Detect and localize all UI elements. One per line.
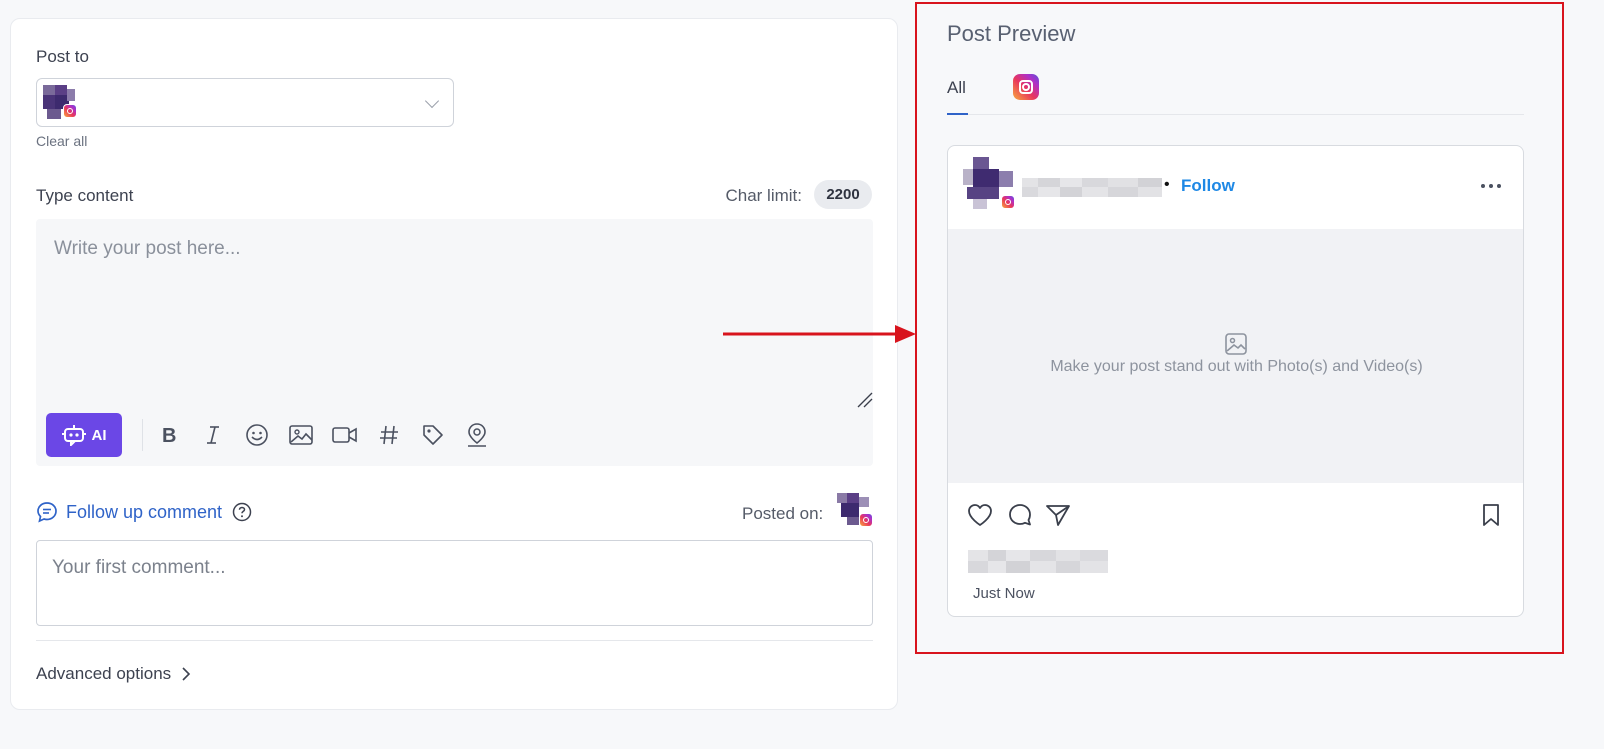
char-limit-badge: 2200: [814, 180, 872, 209]
follow-up-comment-label: Follow up comment: [66, 501, 223, 522]
bookmark-icon[interactable]: [1477, 501, 1505, 529]
post-timestamp: Just Now: [973, 585, 1035, 602]
instagram-badge-icon: [63, 104, 77, 118]
active-tab-indicator: [947, 113, 968, 115]
resize-handle-icon[interactable]: [856, 391, 874, 409]
username-blurred: [1022, 178, 1162, 197]
robot-icon: [61, 425, 86, 446]
advanced-options-toggle[interactable]: Advanced options: [36, 664, 191, 684]
italic-icon[interactable]: [198, 420, 228, 450]
type-content-label: Type content: [36, 186, 134, 205]
follow-up-comment-toggle[interactable]: Follow up comment: [36, 501, 252, 523]
comment-placeholder: Your first comment...: [52, 557, 226, 578]
red-arrow-annotation: [723, 325, 916, 343]
preview-title: Post Preview: [947, 21, 1076, 46]
account-select[interactable]: [36, 78, 454, 127]
ai-button-label: AI: [91, 426, 107, 444]
caption-blurred: [968, 550, 1108, 573]
instagram-post-preview: • Follow Make your post stand out with P…: [947, 145, 1524, 617]
emoji-icon[interactable]: [242, 420, 272, 450]
account-avatar: [43, 85, 77, 119]
tabs-divider: [947, 114, 1524, 115]
tag-icon[interactable]: [418, 420, 448, 450]
posted-on-avatar: [837, 493, 873, 527]
chevron-down-icon: [424, 93, 440, 109]
location-icon[interactable]: [462, 420, 492, 450]
section-divider: [36, 640, 873, 641]
editor-placeholder: Write your post here...: [54, 238, 241, 259]
char-limit-label: Char limit:: [725, 186, 802, 205]
first-comment-input[interactable]: Your first comment...: [36, 540, 873, 626]
instagram-badge-icon: [859, 513, 873, 527]
help-icon[interactable]: [232, 502, 252, 522]
composer-panel: Post to Clear all Type content Char limi…: [10, 18, 898, 710]
share-icon[interactable]: [1044, 501, 1072, 529]
comment-icon: [37, 502, 57, 523]
clear-all-link[interactable]: Clear all: [36, 133, 87, 149]
instagram-badge-icon: [1001, 195, 1015, 209]
tab-all[interactable]: All: [947, 78, 966, 98]
heart-icon[interactable]: [966, 501, 994, 529]
more-options-icon[interactable]: [1478, 176, 1504, 196]
advanced-options-label: Advanced options: [36, 664, 172, 683]
follow-button[interactable]: Follow: [1181, 176, 1235, 196]
bold-icon[interactable]: B: [154, 420, 184, 450]
chevron-right-icon: [182, 667, 191, 681]
media-placeholder-text: Make your post stand out with Photo(s) a…: [1050, 358, 1423, 375]
svg-text:B: B: [162, 425, 176, 446]
media-placeholder-area[interactable]: Make your post stand out with Photo(s) a…: [948, 229, 1523, 483]
hashtag-icon[interactable]: [374, 420, 404, 450]
post-to-label: Post to: [36, 47, 89, 66]
ai-assist-button[interactable]: AI: [46, 413, 122, 457]
photo-icon: [1225, 333, 1247, 355]
comment-bubble-icon[interactable]: [1006, 501, 1034, 529]
profile-avatar: [963, 157, 1015, 209]
instagram-icon[interactable]: [1013, 74, 1039, 100]
separator-dot: •: [1164, 176, 1170, 193]
posted-on-label: Posted on:: [742, 504, 824, 523]
toolbar-separator: [142, 419, 143, 451]
video-icon[interactable]: [330, 420, 360, 450]
image-icon[interactable]: [286, 420, 316, 450]
